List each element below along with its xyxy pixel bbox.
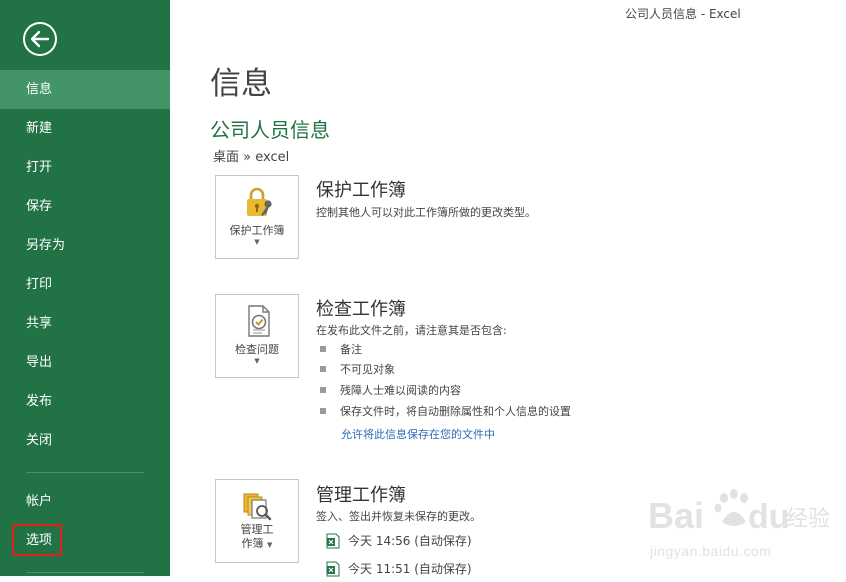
version-label: 今天 11:51 (自动保存) <box>348 562 472 576</box>
bullet-text: 保存文件时，将自动删除属性和个人信息的设置 <box>340 405 571 418</box>
watermark-brand2: du <box>748 498 790 536</box>
sidebar-divider-bottom <box>26 572 144 573</box>
inspect-bullet: 不可见对象 <box>320 362 395 378</box>
manage-heading: 管理工作簿 <box>316 485 406 506</box>
backstage-sidebar: 信息 新建 打开 保存 另存为 打印 共享 导出 发布 关闭 帐户 选项 <box>0 0 170 576</box>
options-highlight-box <box>12 524 62 556</box>
manage-workbook-button[interactable]: 管理工 作簿 ▼ <box>215 479 299 563</box>
inspect-bullet: 保存文件时，将自动删除属性和个人信息的设置 <box>320 404 571 420</box>
window-title: 公司人员信息 - Excel <box>625 7 741 21</box>
sidebar-divider <box>26 472 144 473</box>
nav-account[interactable]: 帐户 <box>0 482 170 521</box>
excel-file-icon <box>326 561 340 582</box>
manage-workbook-label: 管理工 作簿 ▼ <box>216 523 298 552</box>
protect-description: 控制其他人可以对此工作簿所做的更改类型。 <box>316 206 536 219</box>
check-issues-button[interactable]: 检查问题 ▼ <box>215 294 299 378</box>
watermark-suffix: 经验 <box>786 507 830 532</box>
version-label: 今天 14:56 (自动保存) <box>348 534 472 548</box>
inspect-heading: 检查工作簿 <box>316 299 406 320</box>
nav-open[interactable]: 打开 <box>0 148 170 187</box>
manage-description: 签入、签出并恢复未保存的更改。 <box>316 510 481 523</box>
lock-key-icon <box>247 187 272 216</box>
nav-save[interactable]: 保存 <box>0 187 170 226</box>
check-issues-label: 检查问题 <box>235 343 279 356</box>
chevron-down-icon: ▼ <box>254 238 260 246</box>
watermark-url: jingyan.baidu.com <box>649 543 771 559</box>
page-title: 信息 <box>210 66 272 102</box>
inspect-bullet: 残障人士难以阅读的内容 <box>320 383 461 399</box>
protect-workbook-button[interactable]: 保护工作簿 ▼ <box>215 175 299 259</box>
version-item[interactable]: 今天 14:56 (自动保存) <box>326 532 472 550</box>
nav-info[interactable]: 信息 <box>0 70 170 109</box>
manage-label-line2: 作簿 ▼ <box>216 537 298 552</box>
protect-heading: 保护工作簿 <box>316 180 406 201</box>
document-inspect-icon <box>248 305 270 337</box>
bullet-square-icon <box>320 387 326 393</box>
manage-label-line1: 管理工 <box>240 523 274 536</box>
back-arrow-icon <box>23 22 57 56</box>
allow-save-info-link[interactable]: 允许将此信息保存在您的文件中 <box>341 426 495 442</box>
back-button[interactable] <box>22 21 58 57</box>
version-item[interactable]: 今天 11:51 (自动保存) <box>326 560 472 578</box>
baidu-watermark: Bai du 经验 jingyan.baidu.com <box>648 482 838 572</box>
document-title: 公司人员信息 <box>210 118 330 142</box>
nav-save-as[interactable]: 另存为 <box>0 226 170 265</box>
manage-label-line2-text: 作簿 <box>241 537 264 550</box>
document-path[interactable]: 桌面 » excel <box>213 146 289 165</box>
protect-workbook-label: 保护工作簿 <box>229 224 285 237</box>
watermark-brand: Bai <box>648 495 704 536</box>
bullet-text: 备注 <box>340 343 362 356</box>
bullet-text: 残障人士难以阅读的内容 <box>340 384 461 397</box>
excel-file-icon <box>326 533 340 554</box>
nav-close[interactable]: 关闭 <box>0 421 170 460</box>
chevron-down-icon: ▼ <box>254 357 260 365</box>
inspect-bullet: 备注 <box>320 342 362 358</box>
bullet-square-icon <box>320 346 326 352</box>
nav-share[interactable]: 共享 <box>0 304 170 343</box>
bullet-square-icon <box>320 408 326 414</box>
baidu-paw-icon: Bai du 经验 jingyan.baidu.com <box>648 489 830 559</box>
nav-publish[interactable]: 发布 <box>0 382 170 421</box>
manage-versions-icon <box>243 493 272 521</box>
nav-new[interactable]: 新建 <box>0 109 170 148</box>
bullet-square-icon <box>320 366 326 372</box>
bullet-text: 不可见对象 <box>340 363 395 376</box>
nav-print[interactable]: 打印 <box>0 265 170 304</box>
inspect-description: 在发布此文件之前，请注意其是否包含: <box>316 324 507 337</box>
chevron-down-icon: ▼ <box>267 541 273 549</box>
nav-export[interactable]: 导出 <box>0 343 170 382</box>
